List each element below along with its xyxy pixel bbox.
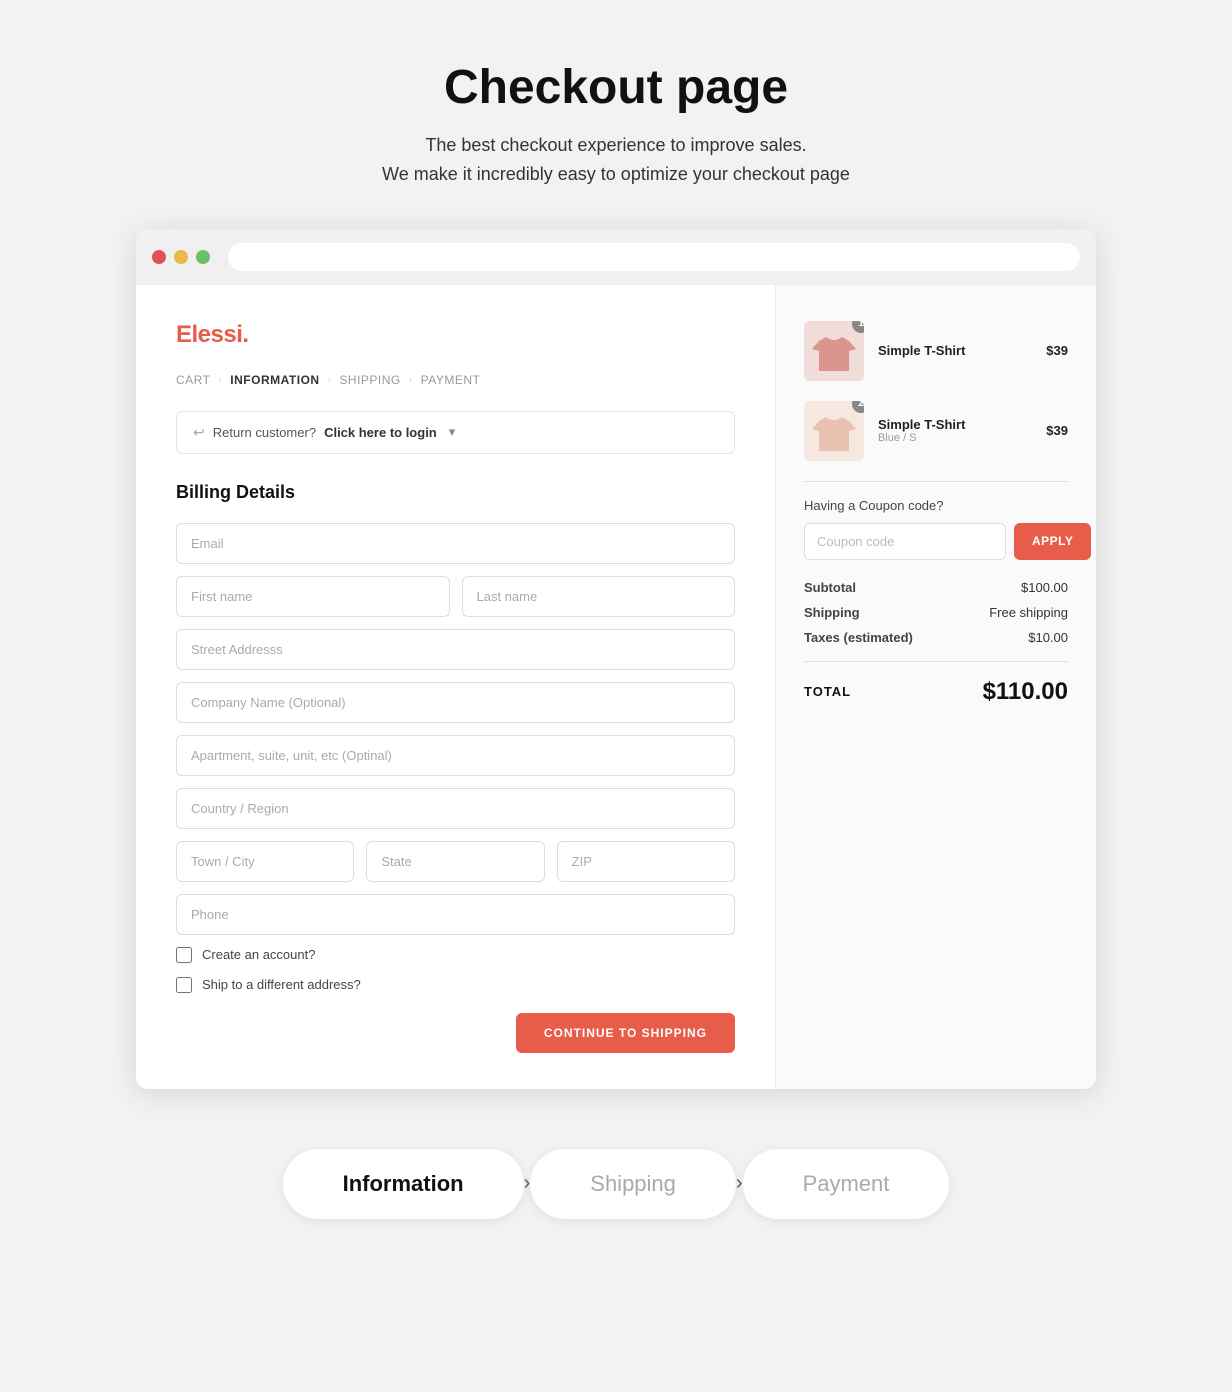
state-field-wrap xyxy=(366,841,544,882)
item-2-image: 2 xyxy=(804,401,864,461)
taxes-line: Taxes (estimated) $10.00 xyxy=(804,630,1068,645)
apartment-field-wrap xyxy=(176,735,735,776)
street-input[interactable] xyxy=(176,629,735,670)
continue-to-shipping-button[interactable]: CONTINUE TO SHIPPING xyxy=(516,1013,735,1053)
tab-shipping[interactable]: Shipping xyxy=(530,1149,736,1219)
apartment-row xyxy=(176,735,735,776)
ship-different-checkbox[interactable] xyxy=(176,977,192,993)
zip-field-wrap xyxy=(557,841,735,882)
create-account-label: Create an account? xyxy=(202,947,315,962)
shipping-value: Free shipping xyxy=(989,605,1068,620)
breadcrumb: CART › INFORMATION › SHIPPING › PAYMENT xyxy=(176,373,735,387)
subtotal-line: Subtotal $100.00 xyxy=(804,580,1068,595)
ship-different-label: Ship to a different address? xyxy=(202,977,361,992)
total-row: TOTAL $110.00 xyxy=(804,661,1068,706)
apply-coupon-button[interactable]: APPLY xyxy=(1014,523,1091,560)
taxes-value: $10.00 xyxy=(1028,630,1068,645)
phone-input[interactable] xyxy=(176,894,735,935)
shipping-label: Shipping xyxy=(804,605,860,620)
browser-bar xyxy=(136,229,1096,285)
coupon-input[interactable] xyxy=(804,523,1006,560)
item-2-price: $39 xyxy=(1046,423,1068,438)
last-name-field-wrap xyxy=(462,576,736,617)
page-title: Checkout page xyxy=(444,60,788,115)
tab-arrow-2: › xyxy=(726,1172,753,1195)
last-name-input[interactable] xyxy=(462,576,736,617)
breadcrumb-cart[interactable]: CART xyxy=(176,373,210,387)
checkout-left-panel: Elessi. CART › INFORMATION › SHIPPING › … xyxy=(136,285,776,1089)
bottom-tabs: Information › Shipping › Payment xyxy=(283,1149,950,1219)
city-field-wrap xyxy=(176,841,354,882)
city-input[interactable] xyxy=(176,841,354,882)
item-1-price: $39 xyxy=(1046,343,1068,358)
name-row xyxy=(176,576,735,617)
tab-payment[interactable]: Payment xyxy=(743,1149,950,1219)
first-name-input[interactable] xyxy=(176,576,450,617)
breadcrumb-payment[interactable]: PAYMENT xyxy=(421,373,481,387)
country-input[interactable] xyxy=(176,788,735,829)
item-2-details: Simple T-Shirt Blue / S xyxy=(878,417,1032,444)
login-link[interactable]: Click here to login xyxy=(324,425,437,440)
dot-yellow xyxy=(174,250,188,264)
company-row xyxy=(176,682,735,723)
subtotal-label: Subtotal xyxy=(804,580,856,595)
tab-arrow-1: › xyxy=(514,1172,541,1195)
page-wrapper: Checkout page The best checkout experien… xyxy=(0,0,1232,1259)
item-1-name: Simple T-Shirt xyxy=(878,343,1032,358)
item-1-details: Simple T-Shirt xyxy=(878,343,1032,358)
checkout-content: Elessi. CART › INFORMATION › SHIPPING › … xyxy=(136,285,1096,1089)
order-item-2: 2 Simple T-Shirt Blue / S $39 xyxy=(804,401,1068,461)
phone-field-wrap xyxy=(176,894,735,935)
country-row xyxy=(176,788,735,829)
company-input[interactable] xyxy=(176,682,735,723)
tab-information[interactable]: Information xyxy=(283,1149,524,1219)
country-field-wrap xyxy=(176,788,735,829)
coupon-row: APPLY xyxy=(804,523,1068,560)
first-name-field-wrap xyxy=(176,576,450,617)
street-field-wrap xyxy=(176,629,735,670)
return-chevron-icon: ▾ xyxy=(449,424,456,440)
taxes-label: Taxes (estimated) xyxy=(804,630,913,645)
return-icon: ↩ xyxy=(193,424,205,441)
email-row xyxy=(176,523,735,564)
create-account-checkbox[interactable] xyxy=(176,947,192,963)
phone-row xyxy=(176,894,735,935)
billing-section-title: Billing Details xyxy=(176,482,735,503)
breadcrumb-sep-2: › xyxy=(328,374,332,385)
dot-red xyxy=(152,250,166,264)
item-1-image: 1 xyxy=(804,321,864,381)
dot-green xyxy=(196,250,210,264)
zip-input[interactable] xyxy=(557,841,735,882)
breadcrumb-shipping[interactable]: SHIPPING xyxy=(339,373,400,387)
shipping-line: Shipping Free shipping xyxy=(804,605,1068,620)
form-actions: CONTINUE TO SHIPPING xyxy=(176,1013,735,1053)
total-label: TOTAL xyxy=(804,684,851,699)
subtotal-value: $100.00 xyxy=(1021,580,1068,595)
browser-window: Elessi. CART › INFORMATION › SHIPPING › … xyxy=(136,229,1096,1089)
company-field-wrap xyxy=(176,682,735,723)
browser-address-bar xyxy=(228,243,1080,271)
apartment-input[interactable] xyxy=(176,735,735,776)
return-customer-bar: ↩ Return customer? Click here to login ▾ xyxy=(176,411,735,454)
brand-logo: Elessi. xyxy=(176,321,735,349)
total-amount: $110.00 xyxy=(983,678,1068,706)
order-divider xyxy=(804,481,1068,482)
email-field-wrap xyxy=(176,523,735,564)
checkout-right-panel: 1 Simple T-Shirt $39 2 xyxy=(776,285,1096,1089)
return-customer-text: Return customer? xyxy=(213,425,316,440)
item-2-variant: Blue / S xyxy=(878,432,1032,444)
page-subtitle: The best checkout experience to improve … xyxy=(382,131,850,189)
breadcrumb-sep-1: › xyxy=(218,374,222,385)
order-item-1: 1 Simple T-Shirt $39 xyxy=(804,321,1068,381)
city-state-zip-row xyxy=(176,841,735,882)
email-input[interactable] xyxy=(176,523,735,564)
street-row xyxy=(176,629,735,670)
breadcrumb-information[interactable]: INFORMATION xyxy=(230,373,319,387)
item-2-name: Simple T-Shirt xyxy=(878,417,1032,432)
create-account-row: Create an account? xyxy=(176,947,735,963)
coupon-label: Having a Coupon code? xyxy=(804,498,1068,513)
state-input[interactable] xyxy=(366,841,544,882)
ship-different-row: Ship to a different address? xyxy=(176,977,735,993)
breadcrumb-sep-3: › xyxy=(409,374,413,385)
